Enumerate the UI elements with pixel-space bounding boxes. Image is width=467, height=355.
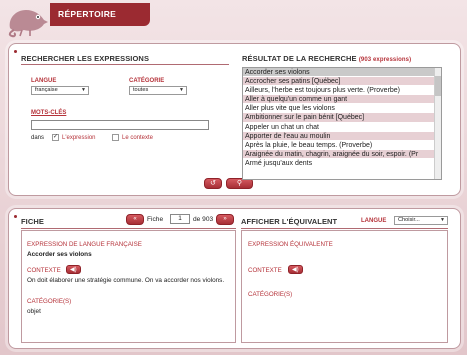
scroll-thumb[interactable] — [435, 76, 441, 96]
fiche-label: Fiche — [147, 216, 164, 223]
chameleon-logo-icon — [8, 10, 48, 38]
list-item[interactable]: Araignée du matin, chagrin, araignée du … — [243, 149, 441, 159]
next-button[interactable]: » — [216, 214, 234, 225]
equivalent-contexte-heading: CONTEXTE — [248, 267, 282, 274]
expression-value: Accorder ses violons — [27, 251, 92, 258]
list-item[interactable]: Ambitionner sur le pain bénit [Québec] — [243, 113, 441, 123]
section-marker — [14, 50, 17, 53]
categories-heading: CATÉGORIE(S) — [27, 298, 72, 305]
expression-option-label: L'expression — [62, 135, 96, 141]
chevron-down-icon: ▼ — [440, 217, 445, 223]
expression-checkbox[interactable]: ✓ — [52, 134, 59, 141]
double-chevron-left-icon: « — [133, 216, 137, 222]
keywords-input[interactable] — [31, 120, 209, 130]
fiche-total: de 903 — [193, 216, 214, 223]
list-item[interactable]: Ailleurs, l'herbe est toujours plus vert… — [243, 86, 441, 96]
list-item[interactable]: Armé jusqu'aux dents — [243, 159, 441, 169]
expression-heading: EXPRESSION DE LANGUE FRANÇAISE — [27, 241, 142, 248]
categories-value: objet — [27, 308, 41, 315]
equivalent-expression-heading: EXPRESSION ÉQUIVALENTE — [248, 241, 333, 248]
list-item[interactable]: Aller plus vite que les violons — [243, 104, 441, 114]
list-item[interactable]: Après la pluie, le beau temps. (Proverbe… — [243, 141, 441, 150]
equivalent-langue-select[interactable]: Choisir... ▼ — [394, 216, 448, 225]
contexte-option-label: Le contexte — [122, 135, 154, 141]
results-count: (903 expressions) — [358, 57, 412, 63]
divider — [21, 64, 229, 65]
langue-label: LANGUE — [31, 78, 57, 84]
fiche-box: EXPRESSION DE LANGUE FRANÇAISE Accorder … — [21, 230, 236, 343]
divider — [21, 228, 236, 229]
search-panel: RECHERCHER LES EXPRESSIONS LANGUE frança… — [8, 43, 461, 196]
equivalent-langue-label: LANGUE — [361, 218, 387, 224]
undo-icon: ↺ — [210, 180, 216, 187]
contexte-text: On doit élaborer une stratégie commune. … — [27, 277, 225, 284]
categorie-select[interactable]: toutes ▼ — [129, 86, 187, 95]
speaker-icon: ◀) — [292, 267, 299, 273]
page-title: RÉPERTOIRE — [50, 3, 150, 26]
langue-select[interactable]: française ▼ — [31, 86, 89, 95]
chevron-down-icon: ▼ — [81, 87, 86, 93]
search-title: RECHERCHER LES EXPRESSIONS — [21, 54, 150, 63]
header: RÉPERTOIRE — [0, 0, 467, 40]
list-item[interactable]: Accrocher ses patins [Québec] — [243, 77, 441, 87]
contexte-checkbox[interactable] — [112, 134, 119, 141]
fiche-title: FICHE — [21, 217, 44, 226]
fiche-panel: FICHE « Fiche 1 de 903 » AFFICHER L'ÉQUI… — [8, 208, 461, 349]
reset-button[interactable]: ↺ — [204, 178, 222, 189]
results-scrollbar[interactable] — [434, 68, 441, 179]
results-title: RÉSULTAT DE LA RECHERCHE (903 expression… — [242, 54, 412, 63]
fiche-number-input[interactable]: 1 — [170, 214, 190, 224]
results-list[interactable]: Accorder ses violons Accrocher ses patin… — [242, 67, 442, 180]
search-icon: ⚲ — [236, 180, 243, 187]
divider — [241, 228, 448, 229]
keywords-label: MOTS-CLÉS — [31, 110, 67, 116]
categorie-label: CATÉGORIE — [129, 78, 165, 84]
speaker-icon: ◀) — [70, 267, 77, 273]
list-item[interactable]: Accorder ses violons — [243, 68, 441, 78]
list-item[interactable]: Aller à quelqu'un comme un gant — [243, 95, 441, 105]
section-marker — [14, 215, 17, 218]
chevron-down-icon: ▼ — [179, 87, 184, 93]
previous-button[interactable]: « — [126, 214, 144, 225]
equivalent-box: EXPRESSION ÉQUIVALENTE CONTEXTE ◀) CATÉG… — [241, 230, 448, 343]
double-chevron-right-icon: » — [223, 216, 227, 222]
audio-button[interactable]: ◀) — [66, 265, 81, 274]
list-item[interactable]: Apporter de l'eau au moulin — [243, 131, 441, 141]
contexte-heading: CONTEXTE — [27, 267, 61, 274]
equivalent-title: AFFICHER L'ÉQUIVALENT — [241, 217, 338, 226]
dans-label: dans — [31, 135, 45, 141]
equivalent-categories-heading: CATÉGORIE(S) — [248, 291, 293, 298]
list-item[interactable]: Appeler un chat un chat — [243, 123, 441, 132]
equivalent-audio-button[interactable]: ◀) — [288, 265, 303, 274]
